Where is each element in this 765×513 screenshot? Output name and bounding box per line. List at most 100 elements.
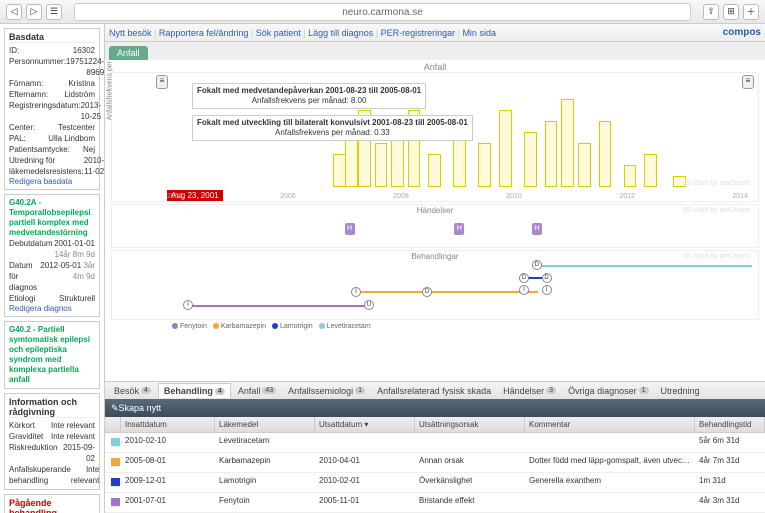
cell-utsatt: 2010-04-01 [315, 453, 415, 473]
field-label: Utredning för läkemedelsresistens: [9, 155, 84, 177]
cell-orsak: Bristande effekt [415, 493, 525, 513]
info-panel: Information och rådgivning KörkortInte r… [4, 393, 100, 490]
basdata-row: PAL:Ulla Lindbom [9, 133, 95, 144]
table-row[interactable]: 2005-08-01Karbamazepin2010-04-01Annan or… [105, 453, 765, 473]
x-tick: 2006 [280, 193, 296, 200]
chart-bar [578, 143, 591, 187]
tab-label: Anfall [238, 386, 261, 396]
cell-orsak [415, 433, 525, 453]
column-header[interactable]: Behandlingstid [695, 417, 765, 432]
cell-orsak: Överkänslighet [415, 473, 525, 493]
grid-create-bar[interactable]: ✎ Skapa nytt [105, 399, 765, 417]
x-tick: 2010 [506, 193, 522, 200]
field-value: 19751224-8969 [66, 56, 104, 78]
chart-watermark: JS chart by amCharts [683, 180, 750, 187]
timeline-marker: I [542, 285, 552, 295]
handelser-title: Händelser [417, 206, 453, 215]
basdata-title: Basdata [9, 32, 95, 43]
field-value: Testcenter [58, 122, 95, 133]
tab-label: Utredning [661, 386, 700, 396]
bottom-tab[interactable]: Behandling4 [158, 383, 231, 398]
cell-insatt: 2005-08-01 [121, 453, 215, 473]
panel-button[interactable]: ☰ [46, 4, 62, 20]
field-value: 2013-10-25 [81, 100, 101, 122]
tab-label: Besök [114, 386, 139, 396]
chart-main-title: Anfall [111, 62, 759, 72]
toolbar-link[interactable]: PER-registreringar [381, 28, 456, 38]
field-value: Inte relevant [71, 464, 99, 486]
bottom-tab[interactable]: Händelser3 [498, 384, 561, 398]
event-marker[interactable]: H [345, 223, 355, 235]
column-header[interactable]: Kommentar [525, 417, 695, 432]
anfall-chart[interactable]: ≡ ≡ Anfallsfrekvens per månad (Log) Foka… [111, 72, 759, 202]
annotation-1-value: Anfallsfrekvens per månad: 8.00 [252, 96, 367, 105]
field-value: 2010-11-02 [84, 155, 104, 177]
toolbar-link[interactable]: Rapportera fel/ändring [159, 28, 249, 38]
event-marker[interactable]: H [532, 223, 542, 235]
forward-button[interactable]: ▷ [26, 4, 42, 20]
column-header[interactable]: Utsattdatum ▾ [315, 417, 415, 432]
table-row[interactable]: 2001-07-01Fenytoin2005-11-01Bristande ef… [105, 493, 765, 513]
url-field[interactable]: neuro.carmona.se [74, 3, 691, 21]
content: Nytt besök | Rapportera fel/ändring | Sö… [105, 24, 765, 513]
x-tick: 2014 [732, 193, 748, 200]
field-label: Etiologi [9, 293, 59, 304]
edit-diagnosis-link[interactable]: Redigera diagnos [9, 304, 95, 313]
bottom-tab[interactable]: Anfallsrelaterad fysisk skada [372, 384, 496, 398]
chart-bar [333, 154, 346, 187]
column-header[interactable]: Utsättningsorsak [415, 417, 525, 432]
edit-basdata-link[interactable]: Redigera basdata [9, 177, 95, 186]
row-color-swatch [111, 478, 120, 487]
toolbar-link[interactable]: Nytt besök [109, 28, 152, 38]
add-button[interactable]: ＋ [743, 4, 759, 20]
chart-bar [599, 121, 612, 187]
chart-bar [644, 154, 657, 187]
info-row: GraviditetInte relevant [9, 431, 95, 442]
chart-watermark: JS chart by amCharts [683, 207, 750, 214]
event-marker[interactable]: H [454, 223, 464, 235]
column-header[interactable]: Läkemedel [215, 417, 315, 432]
info-row: Riskreduktion2015-09-02 [9, 442, 95, 464]
field-value: 16302 [73, 45, 95, 56]
bottom-tab[interactable]: Anfall43 [233, 384, 281, 398]
tab-label: Anfallssemiologi [288, 386, 353, 396]
behandlingar-chart[interactable]: Behandlingar JS chart by amCharts D D D … [111, 250, 759, 320]
toolbar-link[interactable]: Sök patient [256, 28, 301, 38]
diagnosis-2-title: G40.2 - Partiell symtomatisk epilepsi oc… [9, 325, 95, 385]
diagnosis-2-panel: G40.2 - Partiell symtomatisk epilepsi oc… [4, 321, 100, 389]
field-value: 2001-01-01 14år 8m 9d [53, 238, 95, 260]
bottom-tab[interactable]: Utredning [656, 384, 705, 398]
table-row[interactable]: 2010-02-10Levetiracetam5år 6m 31d [105, 433, 765, 453]
timeline-marker: I [183, 300, 193, 310]
bottom-tab[interactable]: Besök4 [109, 384, 156, 398]
cell-kommentar [525, 493, 695, 513]
grid-column-headers: InsattdatumLäkemedelUtsattdatum ▾Utsättn… [105, 417, 765, 433]
tab-label: Behandling [164, 386, 213, 396]
row-color-swatch [111, 438, 120, 447]
chart-tab-anfall[interactable]: Anfall [109, 46, 148, 60]
tabs-button[interactable]: ⊞ [723, 4, 739, 20]
row-color-swatch [111, 458, 120, 467]
grid-body: 2010-02-10Levetiracetam5år 6m 31d2005-08… [105, 433, 765, 513]
column-header[interactable] [105, 417, 121, 432]
back-button[interactable]: ◁ [6, 4, 22, 20]
browser-bar: ◁ ▷ ☰ neuro.carmona.se ⇧ ⊞ ＋ [0, 0, 765, 24]
toolbar-link[interactable]: Min sida [462, 28, 496, 38]
info-title: Information och rådgivning [9, 397, 95, 418]
field-value: Kristina [68, 78, 95, 89]
bottom-tab[interactable]: Övriga diagnoser1 [563, 384, 653, 398]
toolbar-link[interactable]: Lägg till diagnos [308, 28, 373, 38]
handelser-chart[interactable]: Händelser H H H JS chart by amCharts [111, 204, 759, 248]
treatment-bar-karbamazepin [357, 291, 538, 293]
cell-lakemedel: Fenytoin [215, 493, 315, 513]
column-header[interactable]: Insattdatum [121, 417, 215, 432]
treatment-bar-fenytoin [190, 305, 371, 307]
bottom-tab[interactable]: Anfallssemiologi1 [283, 384, 370, 398]
tab-label: Övriga diagnoser [568, 386, 637, 396]
share-button[interactable]: ⇧ [703, 4, 719, 20]
create-new-label: Skapa nytt [119, 403, 162, 413]
annotation-2-value: Anfallsfrekvens per månad: 0.33 [275, 128, 390, 137]
x-tick: 2004 [167, 193, 183, 200]
table-row[interactable]: 2009-12-01Lamotrigin2010-02-01Överkänsli… [105, 473, 765, 493]
legend-swatch [272, 323, 278, 329]
